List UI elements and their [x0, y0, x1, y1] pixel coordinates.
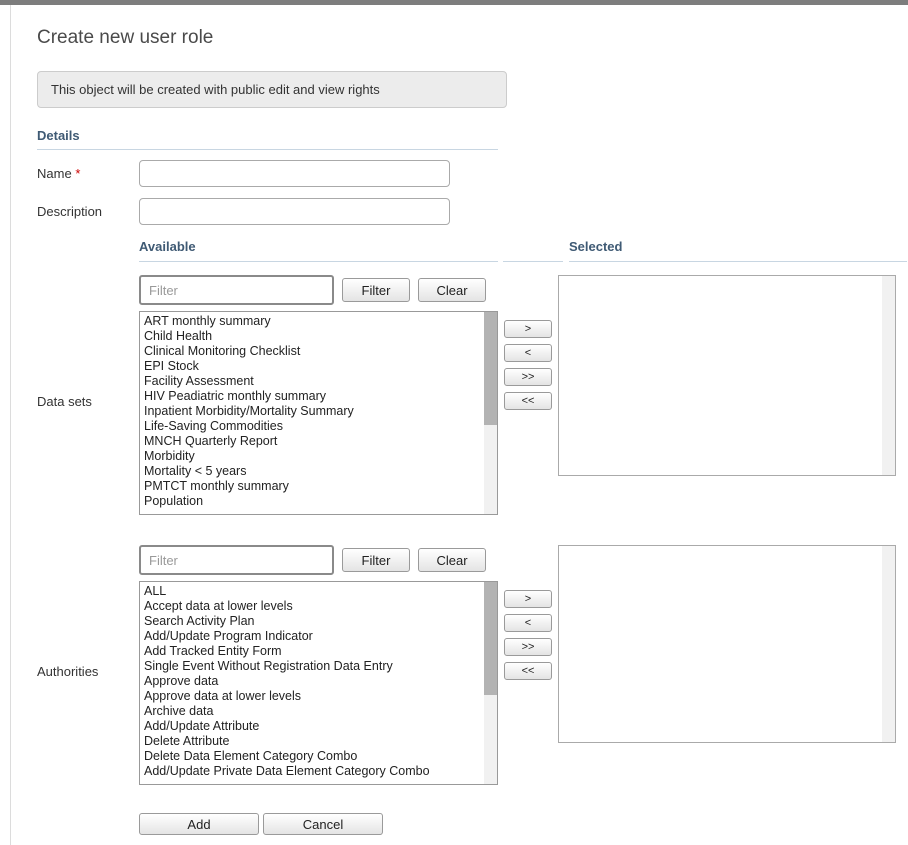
list-item[interactable]: PMTCT monthly summary	[144, 479, 483, 494]
authorities-available-column: Filter Clear ALLAccept data at lower lev…	[139, 545, 498, 785]
list-item[interactable]: Add/Update Attribute	[144, 719, 483, 734]
scrollbar-track[interactable]	[484, 582, 497, 784]
description-row: Description	[37, 198, 908, 225]
scrollbar-track[interactable]	[882, 276, 895, 475]
move-all-right-button[interactable]: >>	[504, 638, 552, 656]
columns-header-row: Available Selected	[37, 239, 908, 262]
list-item[interactable]: Inpatient Morbidity/Mortality Summary	[144, 404, 483, 419]
available-column-header: Available	[139, 239, 498, 262]
datasets-clear-button[interactable]: Clear	[418, 278, 486, 302]
list-item[interactable]: ALL	[144, 584, 483, 599]
datasets-selected-column	[558, 275, 896, 515]
list-item[interactable]: Approve data	[144, 674, 483, 689]
move-all-right-button[interactable]: >>	[504, 368, 552, 386]
create-user-role-page: Create new user role This object will be…	[10, 5, 908, 845]
details-section-header: Details	[37, 128, 498, 150]
list-item[interactable]: EPI Stock	[144, 359, 483, 374]
datasets-selected-list[interactable]	[558, 275, 896, 476]
authorities-clear-button[interactable]: Clear	[418, 548, 486, 572]
header-underline-gap	[503, 239, 563, 262]
datasets-filter-button[interactable]: Filter	[342, 278, 410, 302]
authorities-label: Authorities	[37, 545, 139, 785]
list-item[interactable]: Mortality < 5 years	[144, 464, 483, 479]
page-title: Create new user role	[37, 27, 908, 49]
authorities-row: Authorities Filter Clear ALLAccept data …	[37, 545, 908, 785]
authorities-filter-input[interactable]	[139, 545, 334, 575]
list-item[interactable]: Morbidity	[144, 449, 483, 464]
authorities-transfer-buttons: > < >> <<	[498, 545, 558, 785]
scrollbar-thumb[interactable]	[484, 582, 497, 695]
list-item[interactable]: Life-Saving Commodities	[144, 419, 483, 434]
public-rights-notice: This object will be created with public …	[37, 71, 507, 108]
scrollbar-thumb[interactable]	[484, 312, 497, 425]
list-item[interactable]: Archive data	[144, 704, 483, 719]
list-item[interactable]: Single Event Without Registration Data E…	[144, 659, 483, 674]
required-asterisk: *	[75, 166, 80, 181]
datasets-label: Data sets	[37, 275, 139, 515]
list-item[interactable]: Approve data at lower levels	[144, 689, 483, 704]
authorities-selected-column	[558, 545, 896, 785]
cancel-button[interactable]: Cancel	[263, 813, 383, 835]
move-right-button[interactable]: >	[504, 590, 552, 608]
list-item[interactable]: Facility Assessment	[144, 374, 483, 389]
list-item[interactable]: Accept data at lower levels	[144, 599, 483, 614]
list-item[interactable]: Child Health	[144, 329, 483, 344]
authorities-selected-list[interactable]	[558, 545, 896, 743]
name-input[interactable]	[139, 160, 450, 187]
list-item[interactable]: MNCH Quarterly Report	[144, 434, 483, 449]
list-item[interactable]: Search Activity Plan	[144, 614, 483, 629]
datasets-filter-bar: Filter Clear	[139, 275, 498, 305]
description-label: Description	[37, 204, 139, 219]
list-item[interactable]: Add Tracked Entity Form	[144, 644, 483, 659]
authorities-available-list[interactable]: ALLAccept data at lower levelsSearch Act…	[139, 581, 498, 785]
list-item[interactable]: Population	[144, 494, 483, 509]
move-left-button[interactable]: <	[504, 344, 552, 362]
datasets-available-list[interactable]: ART monthly summaryChild HealthClinical …	[139, 311, 498, 515]
list-item[interactable]: ART monthly summary	[144, 314, 483, 329]
datasets-available-column: Filter Clear ART monthly summaryChild He…	[139, 275, 498, 515]
list-item[interactable]: HIV Peadiatric monthly summary	[144, 389, 483, 404]
add-button[interactable]: Add	[139, 813, 259, 835]
scrollbar-track[interactable]	[484, 312, 497, 514]
description-input[interactable]	[139, 198, 450, 225]
move-all-left-button[interactable]: <<	[504, 392, 552, 410]
list-item[interactable]: Clinical Monitoring Checklist	[144, 344, 483, 359]
datasets-filter-input[interactable]	[139, 275, 334, 305]
list-item[interactable]: Delete Data Element Category Combo	[144, 749, 483, 764]
list-item[interactable]: Delete Attribute	[144, 734, 483, 749]
datasets-transfer-buttons: > < >> <<	[498, 275, 558, 515]
list-item[interactable]: Add/Update Private Data Element Category…	[144, 764, 483, 779]
form-actions: Add Cancel	[139, 813, 908, 835]
authorities-filter-bar: Filter Clear	[139, 545, 498, 575]
selected-column-header: Selected	[569, 239, 907, 262]
list-item[interactable]: Add/Update Program Indicator	[144, 629, 483, 644]
move-left-button[interactable]: <	[504, 614, 552, 632]
name-label: Name *	[37, 166, 139, 181]
name-row: Name *	[37, 160, 908, 187]
move-right-button[interactable]: >	[504, 320, 552, 338]
datasets-row: Data sets Filter Clear ART monthly summa…	[37, 275, 908, 515]
scrollbar-track[interactable]	[882, 546, 895, 742]
authorities-filter-button[interactable]: Filter	[342, 548, 410, 572]
move-all-left-button[interactable]: <<	[504, 662, 552, 680]
